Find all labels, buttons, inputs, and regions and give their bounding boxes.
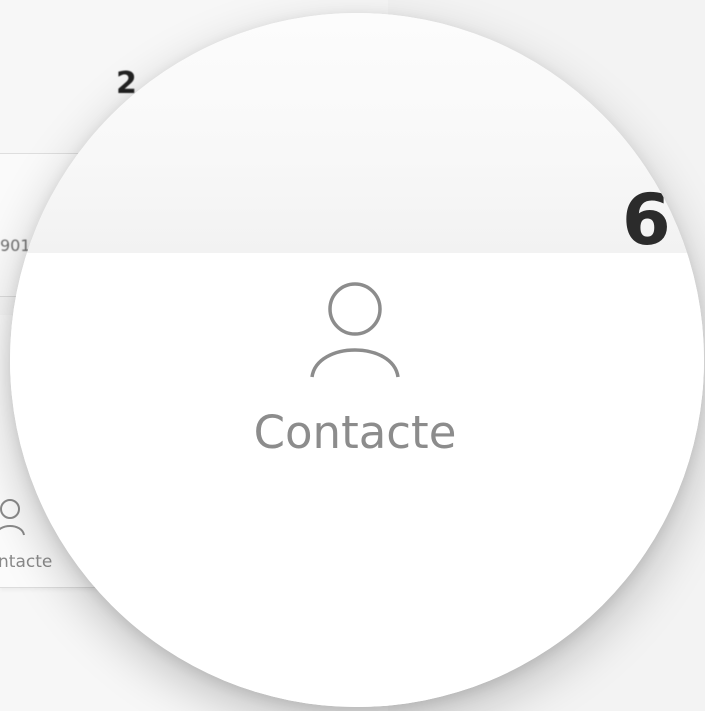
magnified-number: 6: [622, 179, 671, 261]
person-icon: [310, 282, 400, 378]
contact-label: Contacte: [253, 406, 457, 459]
magnified-header: [10, 13, 704, 253]
